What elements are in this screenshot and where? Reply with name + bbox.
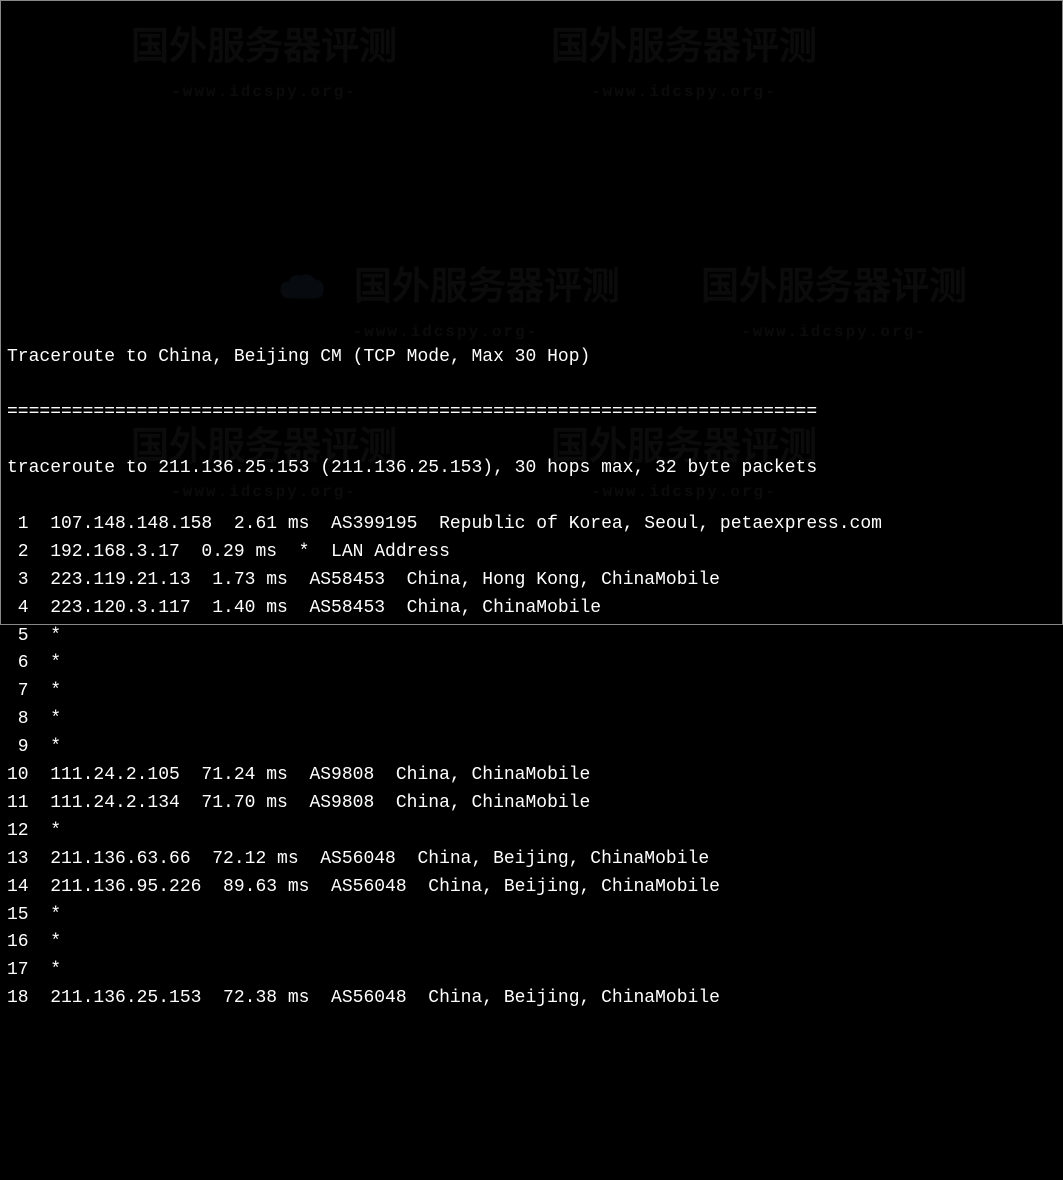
hop-row: 18 211.136.25.153 72.38 ms AS56048 China… xyxy=(7,985,1056,1013)
hop-row: 14 211.136.95.226 89.63 ms AS56048 China… xyxy=(7,874,1056,902)
hop-row: 13 211.136.63.66 72.12 ms AS56048 China,… xyxy=(7,846,1056,874)
hop-row: 4 223.120.3.117 1.40 ms AS58453 China, C… xyxy=(7,595,1056,623)
hop-row: 6 * xyxy=(7,650,1056,678)
hop-row: 10 111.24.2.105 71.24 ms AS9808 China, C… xyxy=(7,762,1056,790)
hop-row: 16 * xyxy=(7,929,1056,957)
terminal-output: Traceroute to China, Beijing CM (TCP Mod… xyxy=(7,316,1056,1041)
hop-row: 11 111.24.2.134 71.70 ms AS9808 China, C… xyxy=(7,790,1056,818)
watermark-text: 国外服务器评测 xyxy=(354,268,620,311)
separator-line: ========================================… xyxy=(7,399,1056,427)
hop-row: 15 * xyxy=(7,902,1056,930)
watermark-url: -www.idcspy.org- xyxy=(131,80,397,105)
hop-row: 17 * xyxy=(7,957,1056,985)
hop-row: 7 * xyxy=(7,678,1056,706)
hop-list: 1 107.148.148.158 2.61 ms AS399195 Repub… xyxy=(7,511,1056,1013)
hop-row: 1 107.148.148.158 2.61 ms AS399195 Repub… xyxy=(7,511,1056,539)
watermark-text: 国外服务器评测 xyxy=(551,28,817,71)
hop-row: 5 * xyxy=(7,623,1056,651)
hop-row: 8 * xyxy=(7,706,1056,734)
traceroute-info: traceroute to 211.136.25.153 (211.136.25… xyxy=(7,455,1056,483)
watermark-text: 国外服务器评测 xyxy=(701,268,967,311)
hop-row: 3 223.119.21.13 1.73 ms AS58453 China, H… xyxy=(7,567,1056,595)
watermark-text: 国外服务器评测 xyxy=(131,28,397,71)
hop-row: 12 * xyxy=(7,818,1056,846)
traceroute-title: Traceroute to China, Beijing CM (TCP Mod… xyxy=(7,344,1056,372)
watermark-url: -www.idcspy.org- xyxy=(551,80,817,105)
hop-row: 9 * xyxy=(7,734,1056,762)
hop-row: 2 192.168.3.17 0.29 ms * LAN Address xyxy=(7,539,1056,567)
